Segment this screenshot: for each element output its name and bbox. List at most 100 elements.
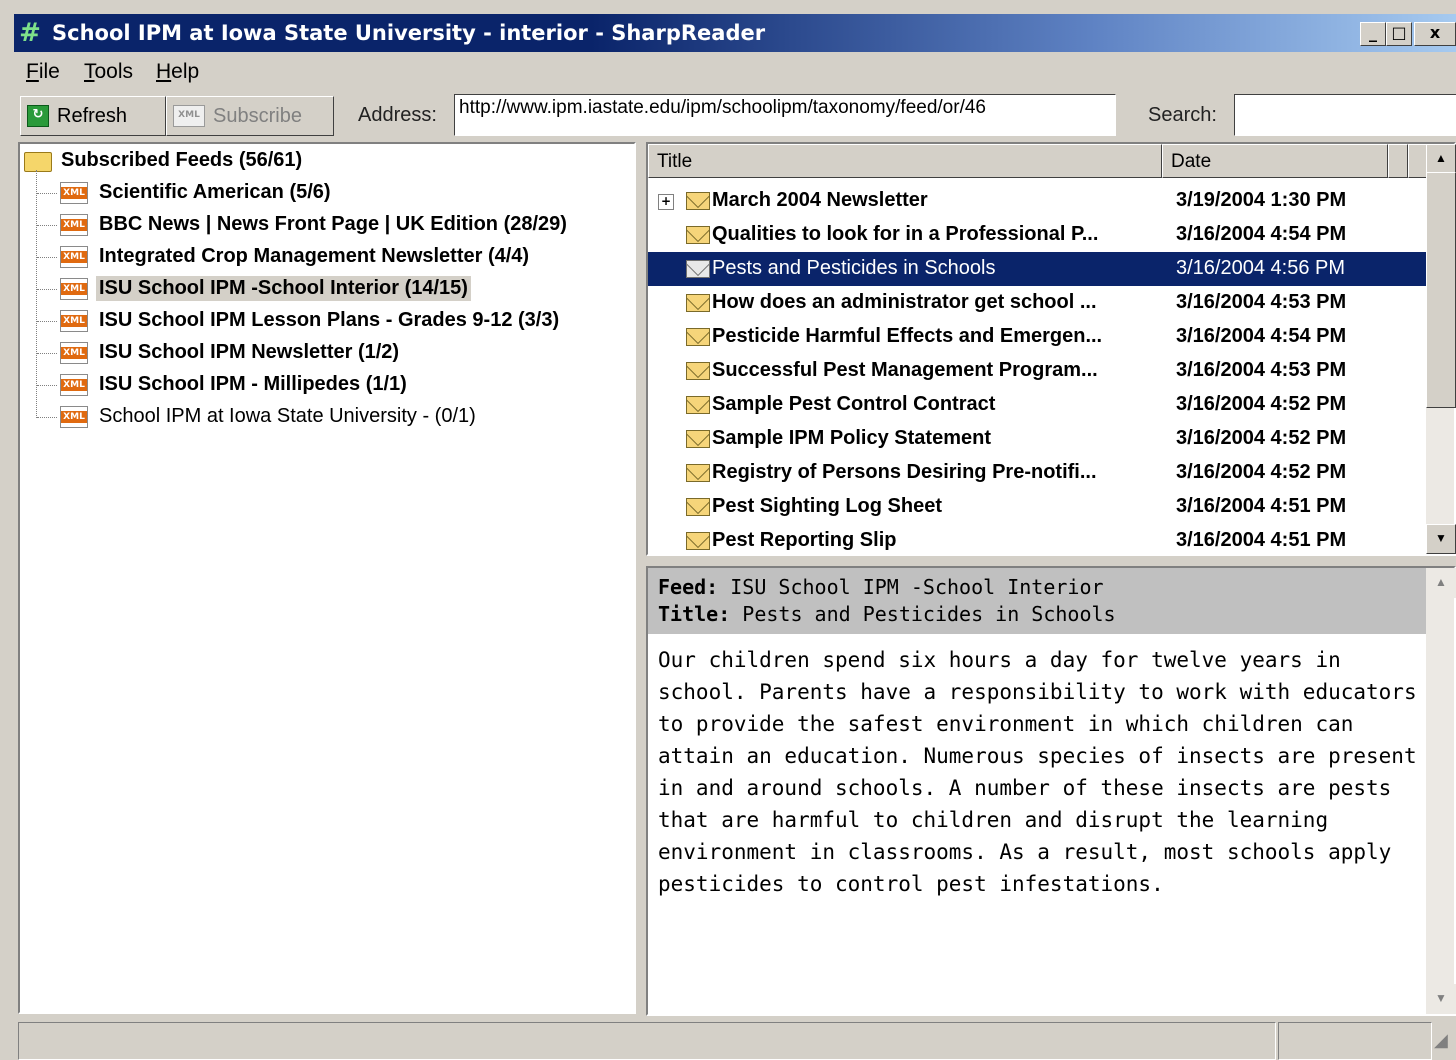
list-item-row[interactable]: Pest Sighting Log Sheet 3/16/2004 4:51 PM [648, 490, 1428, 524]
tree-feed-item[interactable]: XML ISU School IPM Newsletter (1/2) [20, 338, 630, 368]
item-title: Sample Pest Control Contract [712, 393, 996, 415]
envelope-unread-icon [686, 294, 710, 312]
close-button[interactable]: x [1414, 22, 1456, 46]
envelope-unread-icon [686, 464, 710, 482]
column-header-extra[interactable] [1408, 144, 1428, 178]
tree-feed-item[interactable]: XML ISU School IPM Lesson Plans - Grades … [20, 306, 630, 336]
expand-icon[interactable]: + [658, 194, 674, 210]
menu-tools[interactable]: Tools [84, 60, 133, 84]
tree-connector [37, 321, 57, 322]
status-panel-secondary [1278, 1022, 1432, 1060]
folder-icon [24, 152, 52, 172]
xml-feed-icon: XML [60, 182, 88, 204]
xml-feed-icon: XML [60, 246, 88, 268]
xml-feed-icon: XML [60, 374, 88, 396]
reader-scrollbar[interactable]: ▲ ▼ [1426, 568, 1456, 1014]
tree-feed-label: ISU School IPM Newsletter (1/2) [99, 341, 400, 363]
refresh-button[interactable]: ↻ Refresh [20, 96, 166, 136]
xml-feed-icon: XML [60, 214, 88, 236]
tree-feed-item[interactable]: XML BBC News | News Front Page | UK Editi… [20, 210, 630, 240]
item-date: 3/16/2004 4:56 PM [1176, 257, 1346, 279]
item-title: Successful Pest Management Program... [712, 359, 1098, 381]
menu-file[interactable]: File [26, 60, 60, 84]
tree-connector [37, 417, 57, 418]
tree-feed-item[interactable]: XML ISU School IPM -School Interior (14/1… [20, 274, 630, 304]
list-item-row[interactable]: Successful Pest Management Program... 3/1… [648, 354, 1428, 388]
reader-feed-name: ISU School IPM -School Interior [730, 575, 1104, 599]
list-item-row[interactable]: + March 2004 Newsletter 3/19/2004 1:30 PM [648, 184, 1428, 218]
tree-feed-item[interactable]: XML ISU School IPM - Millipedes (1/1) [20, 370, 630, 400]
item-title: Registry of Persons Desiring Pre-notifi.… [712, 461, 1097, 483]
status-panel-main [18, 1022, 1276, 1060]
list-item-row[interactable]: How does an administrator get school ...… [648, 286, 1428, 320]
resize-grip-icon[interactable]: ◢ [1434, 1030, 1454, 1056]
xml-feed-icon: XML [60, 406, 88, 428]
item-date: 3/16/2004 4:53 PM [1176, 359, 1347, 381]
reader-pane: Feed: ISU School IPM -School Interior Ti… [646, 566, 1456, 1016]
xml-feed-icon: XML [173, 105, 205, 127]
list-item-row[interactable]: Pests and Pesticides in Schools 3/16/2004… [648, 252, 1428, 286]
tree-connector [37, 385, 57, 386]
tree-connector [37, 289, 57, 290]
list-item-row[interactable]: Sample IPM Policy Statement 3/16/2004 4:5… [648, 422, 1428, 456]
tree-feed-label: Integrated Crop Management Newsletter (4… [99, 245, 530, 267]
column-header-title[interactable]: Title [648, 144, 1162, 178]
item-date: 3/16/2004 4:51 PM [1176, 495, 1347, 517]
tree-feed-label: Scientific American (5/6) [99, 181, 331, 203]
scroll-up-button[interactable]: ▲ [1426, 568, 1456, 598]
window-title: School IPM at Iowa State University - in… [52, 21, 766, 45]
tree-feed-label: ISU School IPM - Millipedes (1/1) [99, 373, 407, 395]
scroll-up-button[interactable]: ▲ [1426, 144, 1456, 174]
subscribe-button[interactable]: XML Subscribe [166, 96, 334, 136]
list-item-row[interactable]: Pest Reporting Slip 3/16/2004 4:51 PM [648, 524, 1428, 558]
list-item-row[interactable]: Registry of Persons Desiring Pre-notifi.… [648, 456, 1428, 490]
item-title: Qualities to look for in a Professional … [712, 223, 1099, 245]
menu-bar: File Tools Help [14, 54, 1456, 88]
envelope-unread-icon [686, 396, 710, 414]
envelope-unread-icon [686, 532, 710, 550]
tree-feed-item[interactable]: XML Integrated Crop Management Newsletter… [20, 242, 630, 272]
scroll-down-button[interactable]: ▼ [1426, 984, 1456, 1014]
tree-feed-label: BBC News | News Front Page | UK Edition … [99, 213, 567, 235]
maximize-button[interactable]: □ [1386, 22, 1412, 46]
envelope-unread-icon [686, 192, 710, 210]
item-title: How does an administrator get school ... [712, 291, 1097, 313]
list-scrollbar[interactable]: ▲ ▼ [1426, 144, 1456, 554]
item-title: Pesticide Harmful Effects and Emergen... [712, 325, 1103, 347]
address-input[interactable]: http://www.ipm.iastate.edu/ipm/schoolipm… [454, 94, 1116, 136]
reader-body-text: Our children spend six hours a day for t… [658, 648, 1417, 896]
tree-root-subscribed-feeds[interactable]: Subscribed Feeds (56/61) [20, 146, 620, 176]
item-date: 3/19/2004 1:30 PM [1176, 189, 1347, 211]
search-input[interactable] [1234, 94, 1456, 136]
list-item-row[interactable]: Sample Pest Control Contract 3/16/2004 4:… [648, 388, 1428, 422]
minimize-button[interactable]: _ [1360, 22, 1386, 46]
item-list: Title Date + March 2004 Newsletter 3/19/20… [646, 142, 1456, 556]
tree-connector [37, 225, 57, 226]
list-item-row[interactable]: Qualities to look for in a Professional … [648, 218, 1428, 252]
column-header-date[interactable]: Date [1162, 144, 1388, 178]
toolbar: ↻ Refresh XML Subscribe Address: http://… [14, 90, 1456, 140]
scroll-thumb[interactable] [1426, 172, 1456, 408]
item-title: Sample IPM Policy Statement [712, 427, 991, 449]
app-hash-icon: # [19, 18, 41, 48]
item-date: 3/16/2004 4:52 PM [1176, 427, 1347, 449]
tree-feed-item[interactable]: XML Scientific American (5/6) [20, 178, 630, 208]
menu-help[interactable]: Help [156, 60, 199, 84]
address-label: Address: [358, 104, 437, 126]
refresh-icon: ↻ [27, 105, 49, 127]
title-bar: # School IPM at Iowa State University - … [14, 14, 1456, 52]
item-title: Pest Reporting Slip [712, 529, 897, 551]
item-title: Pest Sighting Log Sheet [712, 495, 943, 517]
envelope-unread-icon [686, 328, 710, 346]
tree-connector [37, 193, 57, 194]
tree-connector [37, 353, 57, 354]
envelope-unread-icon [686, 498, 710, 516]
feed-tree: Subscribed Feeds (56/61) XML Scientific A… [18, 142, 636, 1014]
tree-feed-item[interactable]: XML School IPM at Iowa State University -… [20, 402, 630, 432]
item-date: 3/16/2004 4:54 PM [1176, 223, 1347, 245]
list-item-row[interactable]: Pesticide Harmful Effects and Emergen...… [648, 320, 1428, 354]
scroll-down-button[interactable]: ▼ [1426, 524, 1456, 554]
search-label: Search: [1148, 104, 1217, 126]
reader-header: Feed: ISU School IPM -School Interior Ti… [648, 568, 1428, 634]
column-header-extra[interactable] [1388, 144, 1408, 178]
